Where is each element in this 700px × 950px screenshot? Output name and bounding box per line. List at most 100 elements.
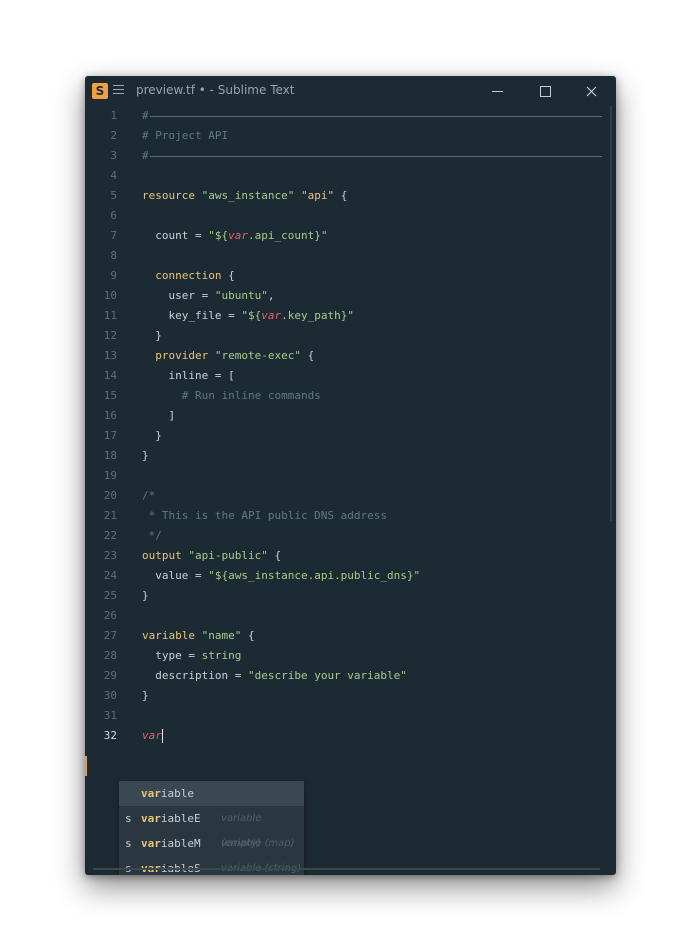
completion-rest: iable [160, 787, 194, 800]
code-line[interactable]: key_file = "${var.key_path}" [142, 306, 602, 326]
autocomplete-item[interactable]: s variableS variable (string) [119, 856, 304, 875]
line-number[interactable]: 15 [85, 386, 133, 406]
code-line[interactable]: * This is the API public DNS address [142, 506, 602, 526]
autocomplete-item[interactable]: variable [119, 781, 304, 806]
sublime-logo-icon[interactable]: S [92, 83, 108, 99]
code-line[interactable]: type = string [142, 646, 602, 666]
line-number[interactable]: 30 [85, 686, 133, 706]
line-number[interactable]: 28 [85, 646, 133, 666]
code-line[interactable] [142, 706, 602, 726]
code-line[interactable]: value = "${aws_instance.api.public_dns}" [142, 566, 602, 586]
code-token: output [142, 549, 189, 562]
title-bar[interactable]: S preview.tf • - Sublime Text [85, 76, 616, 106]
line-number[interactable]: 18 [85, 446, 133, 466]
code-token: var [228, 229, 248, 242]
code-line[interactable]: provider "remote-exec" { [142, 346, 602, 366]
line-number[interactable]: 3 [85, 146, 133, 166]
code-line[interactable] [142, 606, 602, 626]
line-number[interactable]: 21 [85, 506, 133, 526]
close-button[interactable] [582, 82, 600, 100]
line-number[interactable]: 2 [85, 126, 133, 146]
code-line[interactable] [142, 166, 602, 186]
code-line[interactable]: inline = [ [142, 366, 602, 386]
line-number[interactable]: 22 [85, 526, 133, 546]
line-number[interactable]: 25 [85, 586, 133, 606]
line-number[interactable]: 31 [85, 706, 133, 726]
code-line[interactable] [142, 466, 602, 486]
autocomplete-hint: variable (string) [221, 856, 301, 875]
autocomplete-item[interactable]: s variableM variable (map) [119, 831, 304, 856]
code-token: inline = [ [142, 369, 235, 382]
code-token: # [142, 109, 149, 122]
code-line[interactable] [142, 246, 602, 266]
line-number[interactable]: 10 [85, 286, 133, 306]
line-number[interactable]: 9 [85, 266, 133, 286]
completion-rest: iableE [160, 812, 201, 825]
code-line[interactable]: # Run inline commands [142, 386, 602, 406]
line-number[interactable]: 5 [85, 186, 133, 206]
code-line[interactable]: } [142, 446, 602, 466]
line-number[interactable]: 17 [85, 426, 133, 446]
hamburger-menu-icon[interactable] [113, 85, 124, 97]
editor-window: S preview.tf • - Sublime Text 1234567891… [85, 76, 616, 875]
line-number[interactable]: 32 [85, 726, 133, 746]
line-number[interactable]: 4 [85, 166, 133, 186]
line-number[interactable]: 14 [85, 366, 133, 386]
line-number[interactable]: 29 [85, 666, 133, 686]
code-line[interactable]: connection { [142, 266, 602, 286]
line-number[interactable]: 12 [85, 326, 133, 346]
line-number[interactable]: 19 [85, 466, 133, 486]
code-area[interactable]: # # Project API # resource "aws_instance" "… [142, 106, 602, 746]
line-number[interactable]: 7 [85, 226, 133, 246]
code-line[interactable]: # [142, 146, 602, 166]
line-number[interactable]: 13 [85, 346, 133, 366]
code-line[interactable]: # [142, 106, 602, 126]
code-token: # [142, 149, 149, 162]
code-token: } [142, 329, 162, 342]
code-line[interactable]: } [142, 586, 602, 606]
code-token: count = [142, 229, 209, 242]
autocomplete-item[interactable]: s variableE variable (empty) [119, 806, 304, 849]
code-line[interactable]: description = "describe your variable" [142, 666, 602, 686]
maximize-button[interactable] [536, 82, 554, 100]
code-line[interactable]: user = "ubuntu", [142, 286, 602, 306]
vertical-scrollbar[interactable] [610, 106, 612, 521]
code-line[interactable]: var [142, 726, 602, 746]
code-token: "${aws_instance.api.public_dns}" [208, 569, 421, 582]
code-line[interactable]: } [142, 426, 602, 446]
code-token: resource [142, 189, 202, 202]
code-token: */ [142, 529, 162, 542]
line-number[interactable]: 23 [85, 546, 133, 566]
code-line[interactable]: */ [142, 526, 602, 546]
code-line[interactable]: variable "name" { [142, 626, 602, 646]
horizontal-scrollbar[interactable] [93, 868, 600, 870]
line-number[interactable]: 6 [85, 206, 133, 226]
autocomplete-popup[interactable]: variable s variableE variable (empty) s varia… [119, 781, 304, 875]
line-number[interactable]: 1 [85, 106, 133, 126]
line-number[interactable]: 16 [85, 406, 133, 426]
code-line[interactable]: ] [142, 406, 602, 426]
code-token: connection [142, 269, 222, 282]
line-number[interactable]: 8 [85, 246, 133, 266]
line-number[interactable]: 26 [85, 606, 133, 626]
code-line[interactable] [142, 206, 602, 226]
minimize-button[interactable] [488, 82, 506, 100]
code-editor[interactable]: 1 2 3 4 5 6 7 8 9 10 11 12 13 14 15 16 17 18 19 20 21 22 23 24 2… [85, 106, 616, 875]
match-highlight: var [141, 837, 161, 850]
snippet-kind-label: s [125, 856, 132, 875]
line-number[interactable]: 20 [85, 486, 133, 506]
line-number-gutter[interactable]: 1 2 3 4 5 6 7 8 9 10 11 12 13 14 15 16 17 18 19 20 21 22 23 24 2… [85, 106, 133, 746]
code-line[interactable]: # Project API [142, 126, 602, 146]
code-line[interactable]: } [142, 686, 602, 706]
code-line[interactable]: output "api-public" { [142, 546, 602, 566]
autocomplete-label: variableM [141, 831, 201, 856]
code-line[interactable]: resource "aws_instance" "api" { [142, 186, 602, 206]
line-number[interactable]: 11 [85, 306, 133, 326]
code-token: { [241, 629, 255, 642]
code-line[interactable]: count = "${var.api_count}" [142, 226, 602, 246]
line-number[interactable]: 27 [85, 626, 133, 646]
line-number[interactable]: 24 [85, 566, 133, 586]
code-line[interactable]: } [142, 326, 602, 346]
code-token: "api-public" [188, 549, 268, 562]
code-line[interactable]: /* [142, 486, 602, 506]
